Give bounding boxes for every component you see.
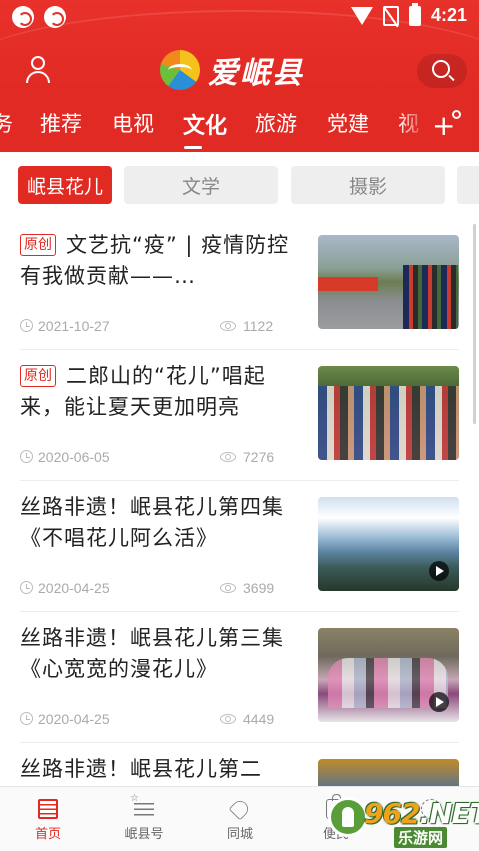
no-sim-icon [382, 5, 399, 26]
tab-culture[interactable]: 文化 [183, 108, 227, 140]
clock-icon [20, 581, 33, 594]
subtab-partial[interactable] [457, 166, 479, 204]
original-tag: 原创 [20, 234, 56, 256]
tab-party[interactable]: 党建 [327, 108, 369, 138]
article-thumbnail[interactable] [318, 366, 459, 460]
nav-home[interactable]: 首页 [0, 787, 96, 851]
app-brand: 爱岷县 [160, 48, 304, 92]
article-title: 丝路非遗！岷县花儿第三集《心宽宽的漫花儿》 [20, 626, 284, 681]
article-views: 7276 [243, 449, 275, 465]
article-title: 丝路非遗！岷县花儿第二 [20, 757, 262, 781]
user-profile-icon[interactable] [24, 56, 52, 84]
tab-recommend[interactable]: 推荐 [40, 108, 82, 138]
status-time: 4:21 [430, 5, 467, 25]
tab-partial-left[interactable]: 务 [0, 108, 13, 138]
article-views: 4449 [243, 711, 275, 727]
article-meta: 2020-04-25 3699 [20, 580, 280, 596]
play-icon [429, 561, 449, 581]
notification-app-icon [12, 6, 34, 28]
article-thumbnail[interactable] [318, 497, 459, 591]
list-item[interactable]: 原创 二郎山的“花儿”唱起来，能让夏天更加明亮 2020-06-05 7276 [0, 349, 479, 481]
heart-icon [228, 797, 252, 821]
site-watermark: 962.NET 乐游网 [328, 795, 479, 848]
list-item[interactable]: 原创 文艺抗“疫” | 疫情防控有我做贡献——… 2021-10-27 1122 [0, 218, 479, 350]
watermark-sub: 乐游网 [394, 827, 448, 848]
article-meta: 2020-06-05 7276 [20, 449, 280, 465]
views-icon [220, 452, 236, 462]
subtab-minxian-huaer[interactable]: 岷县花儿 [18, 166, 112, 204]
search-icon [432, 60, 450, 78]
tabs-fade [398, 104, 428, 144]
notification-app-icon [44, 6, 66, 28]
article-views: 1122 [243, 318, 274, 334]
battery-icon [408, 2, 421, 26]
article-date: 2021-10-27 [38, 318, 110, 334]
article-title: 原创 二郎山的“花儿”唱起来，能让夏天更加明亮 [20, 364, 266, 419]
wifi-icon [350, 6, 373, 25]
article-date: 2020-04-25 [38, 711, 110, 727]
active-tab-indicator [184, 146, 202, 149]
list-icon [130, 793, 154, 819]
views-icon [220, 714, 236, 724]
play-icon [429, 692, 449, 712]
watermark-logo-icon [328, 797, 368, 837]
list-item[interactable]: 丝路非遗！岷县花儿第四集《不唱花儿阿么活》 2020-04-25 3699 [0, 480, 479, 612]
views-icon [220, 583, 236, 593]
nav-label: 同城 [226, 827, 253, 842]
nav-local[interactable]: 同城 [192, 787, 288, 851]
app-logo-icon [160, 50, 200, 90]
clock-icon [20, 319, 33, 332]
nav-label: 岷县号 [124, 827, 164, 842]
article-title: 丝路非遗！岷县花儿第四集《不唱花儿阿么活》 [20, 495, 284, 550]
feed-scrollbar[interactable] [473, 224, 476, 424]
clock-icon [20, 450, 33, 463]
tab-tv[interactable]: 电视 [112, 108, 154, 138]
article-date: 2020-06-05 [38, 449, 110, 465]
subtab-photography[interactable]: 摄影 [291, 166, 445, 204]
clock-icon [20, 712, 33, 725]
article-meta: 2020-04-25 4449 [20, 711, 280, 727]
original-tag: 原创 [20, 365, 56, 387]
search-button[interactable] [417, 54, 467, 88]
views-icon [220, 321, 236, 331]
tab-travel[interactable]: 旅游 [255, 108, 297, 138]
list-item[interactable]: 丝路非遗！岷县花儿第三集《心宽宽的漫花儿》 2020-04-25 4449 [0, 611, 479, 743]
top-bar: 爱岷县 [0, 44, 479, 96]
badge-dot-icon [452, 110, 461, 119]
status-bar: 4:21 [0, 0, 479, 34]
app-name: 爱岷县 [208, 56, 304, 91]
article-views: 3699 [243, 580, 275, 596]
subtab-literature[interactable]: 文学 [124, 166, 278, 204]
nav-minxian-account[interactable]: 岷县号 [96, 787, 192, 851]
article-meta: 2021-10-27 1122 [20, 318, 280, 334]
article-feed[interactable]: 原创 文艺抗“疫” | 疫情防控有我做贡献——… 2021-10-27 1122 … [0, 218, 479, 786]
article-thumbnail[interactable] [318, 235, 459, 329]
subcategory-tabs: 岷县花儿 文学 摄影 [0, 152, 479, 218]
nav-label: 首页 [34, 827, 61, 842]
article-thumbnail[interactable] [318, 759, 459, 786]
home-icon [38, 799, 58, 819]
list-item[interactable]: 丝路非遗！岷县花儿第二 [0, 742, 479, 786]
article-thumbnail[interactable] [318, 628, 459, 722]
article-date: 2020-04-25 [38, 580, 110, 596]
article-title: 原创 文艺抗“疫” | 疫情防控有我做贡献——… [20, 233, 290, 288]
watermark-brand: 962.NET [364, 797, 479, 830]
